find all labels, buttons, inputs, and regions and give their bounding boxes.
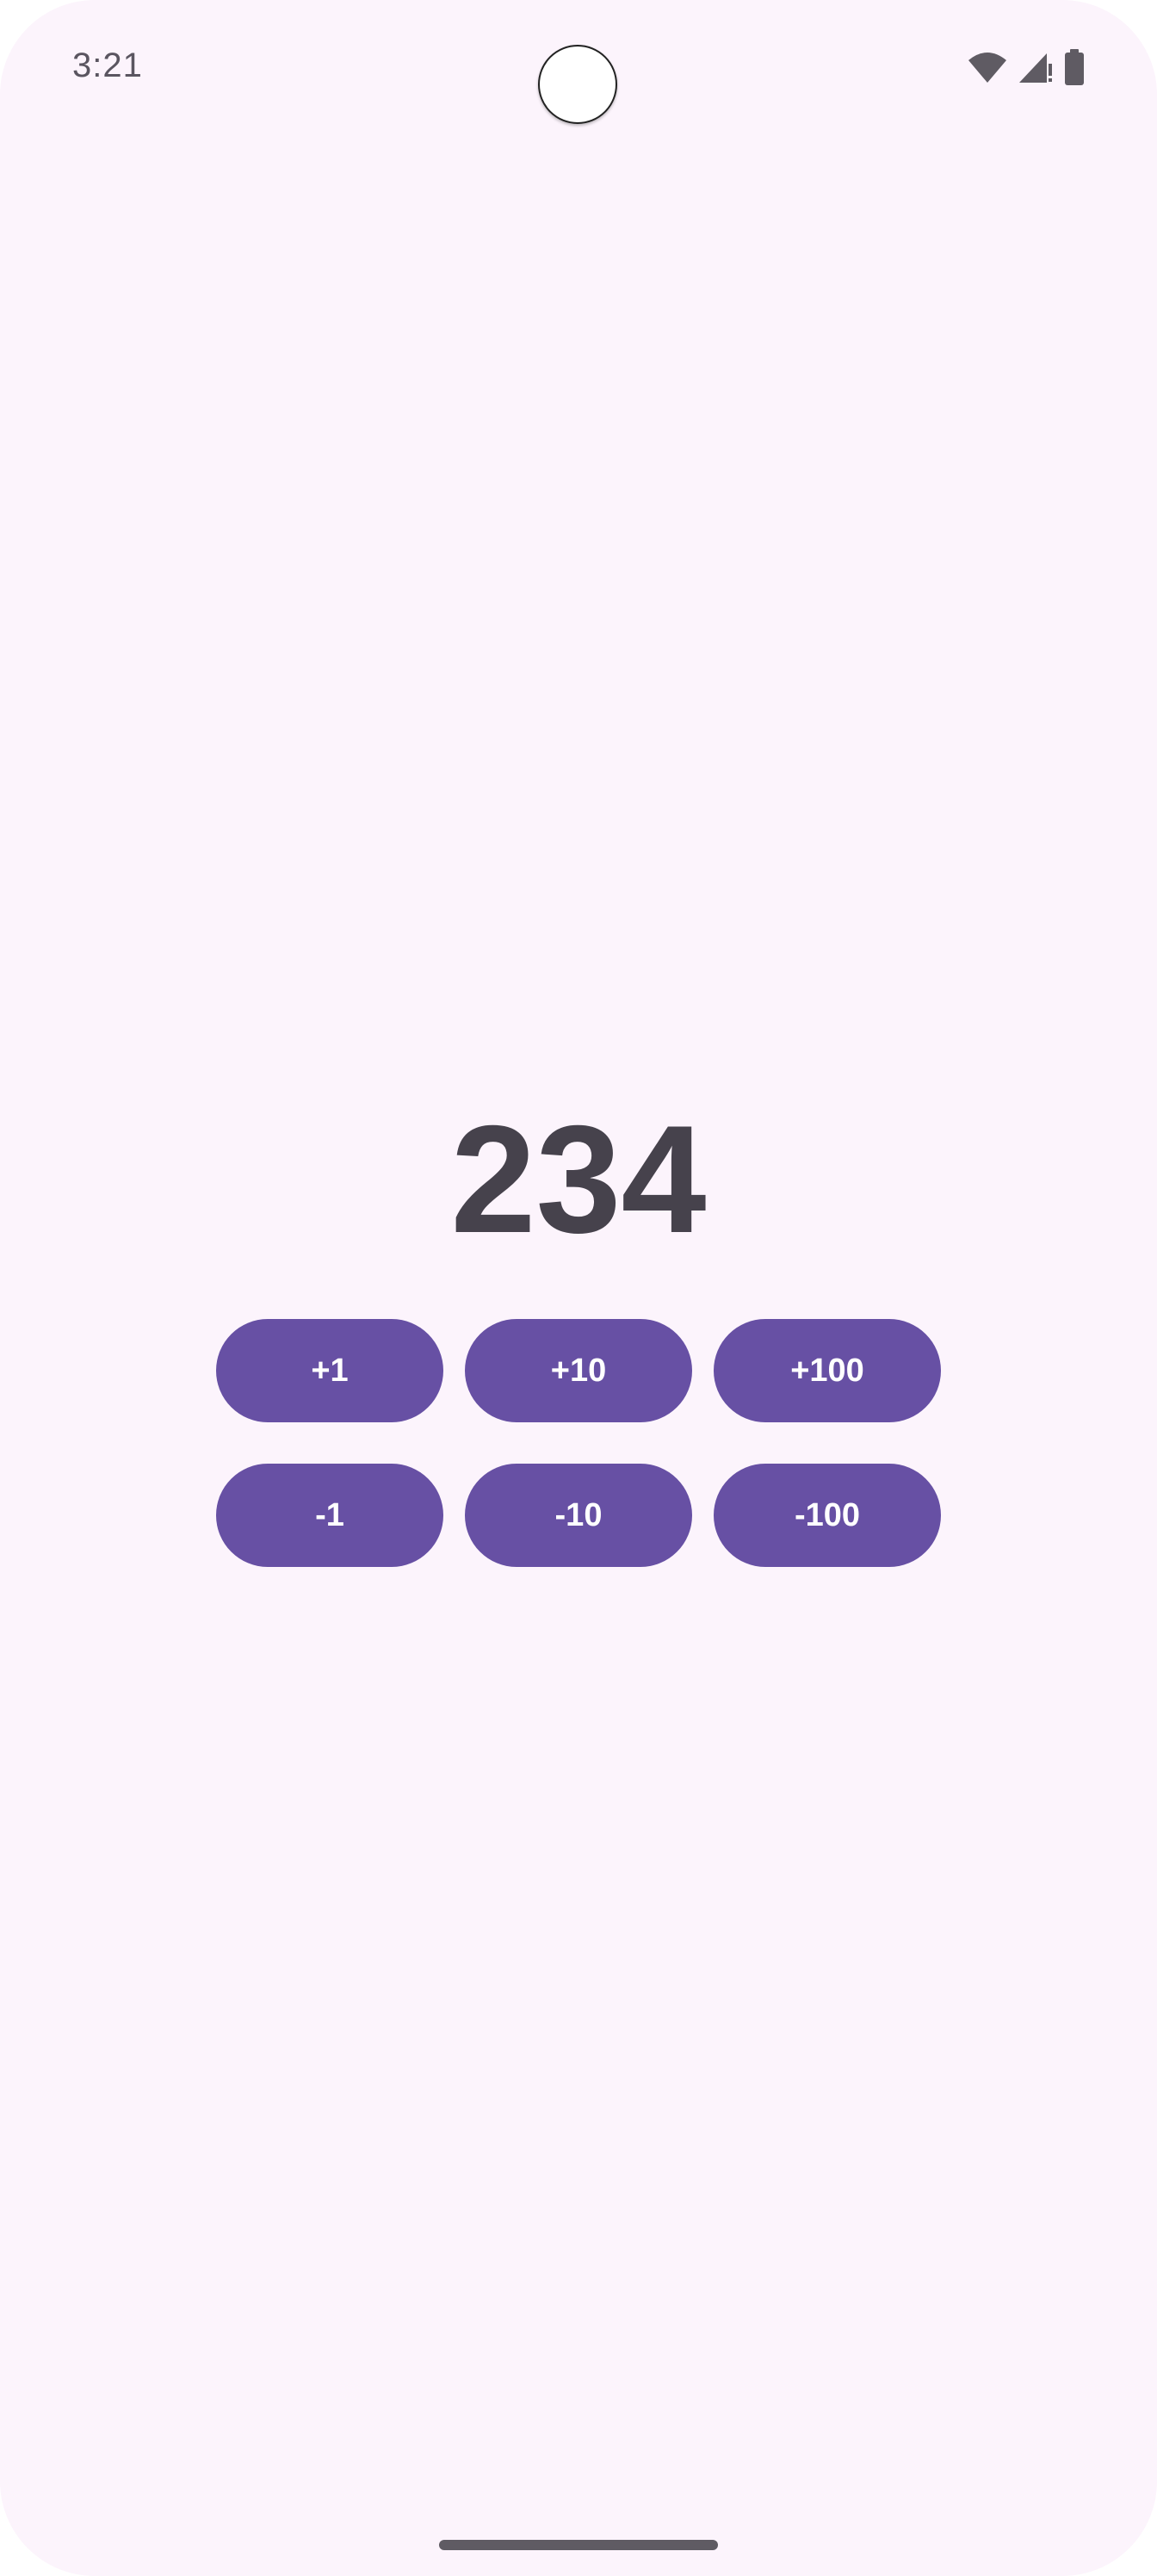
plus-1-button[interactable]: +1 [216,1319,443,1422]
battery-icon [1064,49,1085,85]
front-camera-cutout [538,45,617,124]
minus-1-button[interactable]: -1 [216,1464,443,1567]
minus-100-button[interactable]: -100 [714,1464,941,1567]
status-icons [968,48,1085,86]
status-time: 3:21 [72,46,143,84]
wifi-icon [968,50,1007,84]
plus-100-button[interactable]: +100 [714,1319,941,1422]
plus-10-button[interactable]: +10 [465,1319,692,1422]
status-bar: 3:21 [0,0,1157,138]
counter-value: 234 [450,1093,707,1265]
home-gesture-bar[interactable] [439,2540,718,2550]
phone-screen: 3:21 234 +1 +10 +100 -1 -10 -100 [0,0,1157,2576]
cellular-signal-alert-icon [1018,50,1054,84]
minus-10-button[interactable]: -10 [465,1464,692,1567]
counter-buttons: +1 +10 +100 -1 -10 -100 [216,1319,941,1567]
